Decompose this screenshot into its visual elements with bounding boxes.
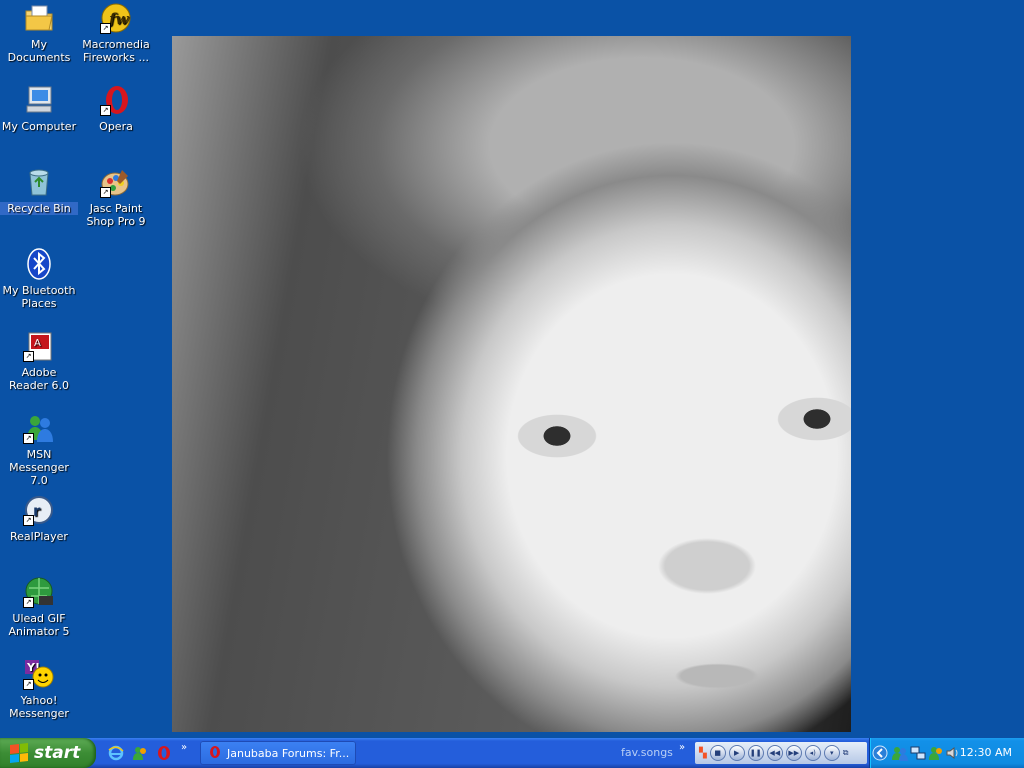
desktop-icon-label: RealPlayer — [10, 530, 68, 543]
shortcut-arrow-icon: ↗ — [23, 351, 34, 362]
taskbar-button-window[interactable]: Janubaba Forums: Fr... — [200, 741, 356, 765]
shortcut-arrow-icon: ↗ — [23, 433, 34, 444]
desktop-icon-bluetooth[interactable]: My Bluetooth Places — [0, 248, 78, 310]
opera-icon: ↗ — [100, 84, 132, 116]
quick-launch-chevron[interactable]: » — [181, 742, 187, 753]
desktop-icon-label: Recycle Bin — [0, 202, 78, 215]
shortcut-arrow-icon: ↗ — [100, 187, 111, 198]
desktop-icon-label: Macromedia Fireworks ... — [82, 38, 150, 64]
recycle-bin-icon — [23, 166, 55, 198]
shortcut-arrow-icon: ↗ — [23, 679, 34, 690]
taskbar: start » Janubaba Forums: Fr... fav.songs… — [0, 738, 1024, 768]
users-icon[interactable] — [892, 745, 908, 761]
bluetooth-icon — [23, 248, 55, 280]
yahoo-messenger-icon: Y! ↗ — [23, 658, 55, 690]
stop-icon[interactable]: ■ — [709, 745, 726, 761]
volume-icon[interactable]: ◂) — [804, 745, 821, 761]
desktop-icon-label: Ulead GIF Animator 5 — [8, 612, 70, 638]
desktop-icon-label: My Computer — [1, 120, 77, 133]
desktop-icon-label: Opera — [99, 120, 133, 133]
wallpaper-photo — [172, 36, 851, 732]
windows-logo-icon — [10, 743, 28, 763]
desktop-icon-label: Jasc Paint Shop Pro 9 — [86, 202, 146, 228]
msn-messenger-icon[interactable] — [132, 745, 148, 761]
desktop-icon-my-documents[interactable]: My Documents — [0, 2, 78, 64]
internet-explorer-icon[interactable] — [108, 745, 124, 761]
my-documents-icon — [23, 2, 55, 34]
opera-icon[interactable] — [156, 745, 172, 761]
desktop-icon-label: My Bluetooth Places — [2, 284, 76, 310]
paint-shop-pro-icon: ↗ — [100, 166, 132, 198]
desktop-icon-adobe-reader[interactable]: A ↗ Adobe Reader 6.0 — [0, 330, 78, 392]
dropdown-icon[interactable]: ▾ — [823, 745, 840, 761]
restore-icon[interactable]: ⧉ — [843, 748, 849, 758]
adobe-reader-icon: A ↗ — [23, 330, 55, 362]
media-toolbar-title: fav.songs — [621, 746, 673, 759]
desktop-icon-fireworks[interactable]: fw ↗ Macromedia Fireworks ... — [77, 2, 155, 64]
desktop-icon-label: My Documents — [7, 38, 71, 64]
media-player-toolbar: ▚ ■ ▶ ❚❚ ◀◀ ▶▶ ◂) ▾ ⧉ — [695, 742, 867, 764]
realplayer-icon: r ↗ — [23, 494, 55, 526]
shortcut-arrow-icon: ↗ — [100, 23, 111, 34]
taskbar-button-label: Janubaba Forums: Fr... — [227, 746, 350, 760]
toolbar-chevron[interactable]: » — [679, 742, 685, 753]
volume-icon[interactable] — [945, 745, 961, 761]
opera-icon — [208, 745, 222, 762]
svg-text:A: A — [34, 338, 41, 349]
next-icon[interactable]: ▶▶ — [785, 745, 802, 761]
shortcut-arrow-icon: ↗ — [23, 515, 34, 526]
show-hidden-icons-icon[interactable] — [872, 745, 888, 761]
desktop-icon-realplayer[interactable]: r ↗ RealPlayer — [0, 494, 78, 543]
desktop-icon-label: Yahoo! Messenger — [9, 694, 69, 720]
start-button[interactable]: start — [0, 738, 96, 768]
shortcut-arrow-icon: ↗ — [23, 597, 34, 608]
messenger-icon[interactable] — [928, 745, 944, 761]
play-icon[interactable]: ▶ — [728, 745, 745, 761]
network-icon[interactable] — [910, 745, 926, 761]
desktop-icon-recycle-bin[interactable]: Recycle Bin — [0, 166, 78, 215]
desktop-icon-label: MSN Messenger 7.0 — [9, 448, 69, 487]
shortcut-arrow-icon: ↗ — [100, 105, 111, 116]
desktop-icon-yahoo-messenger[interactable]: Y! ↗ Yahoo! Messenger — [0, 658, 78, 720]
ulead-gif-icon: ↗ — [23, 576, 55, 608]
desktop-icon-ulead-gif[interactable]: ↗ Ulead GIF Animator 5 — [0, 576, 78, 638]
msn-messenger-icon: ↗ — [23, 412, 55, 444]
pause-icon[interactable]: ❚❚ — [747, 745, 764, 761]
previous-icon[interactable]: ◀◀ — [766, 745, 783, 761]
desktop-icon-paint-shop-pro[interactable]: ↗ Jasc Paint Shop Pro 9 — [77, 166, 155, 228]
svg-text:r: r — [33, 502, 41, 520]
windows-media-logo-icon: ▚ — [699, 747, 707, 759]
start-label: start — [34, 743, 81, 763]
desktop-icon-msn-messenger[interactable]: ↗ MSN Messenger 7.0 — [0, 412, 78, 487]
desktop-icon-opera[interactable]: ↗ Opera — [77, 84, 155, 133]
clock[interactable]: 12:30 AM — [960, 746, 1012, 759]
system-tray: 12:30 AM — [869, 738, 1024, 768]
svg-text:fw: fw — [108, 10, 129, 28]
desktop-icon-label: Adobe Reader 6.0 — [9, 366, 69, 392]
desktop-icon-my-computer[interactable]: My Computer — [0, 84, 78, 133]
fireworks-icon: fw ↗ — [100, 2, 132, 34]
my-computer-icon — [23, 84, 55, 116]
